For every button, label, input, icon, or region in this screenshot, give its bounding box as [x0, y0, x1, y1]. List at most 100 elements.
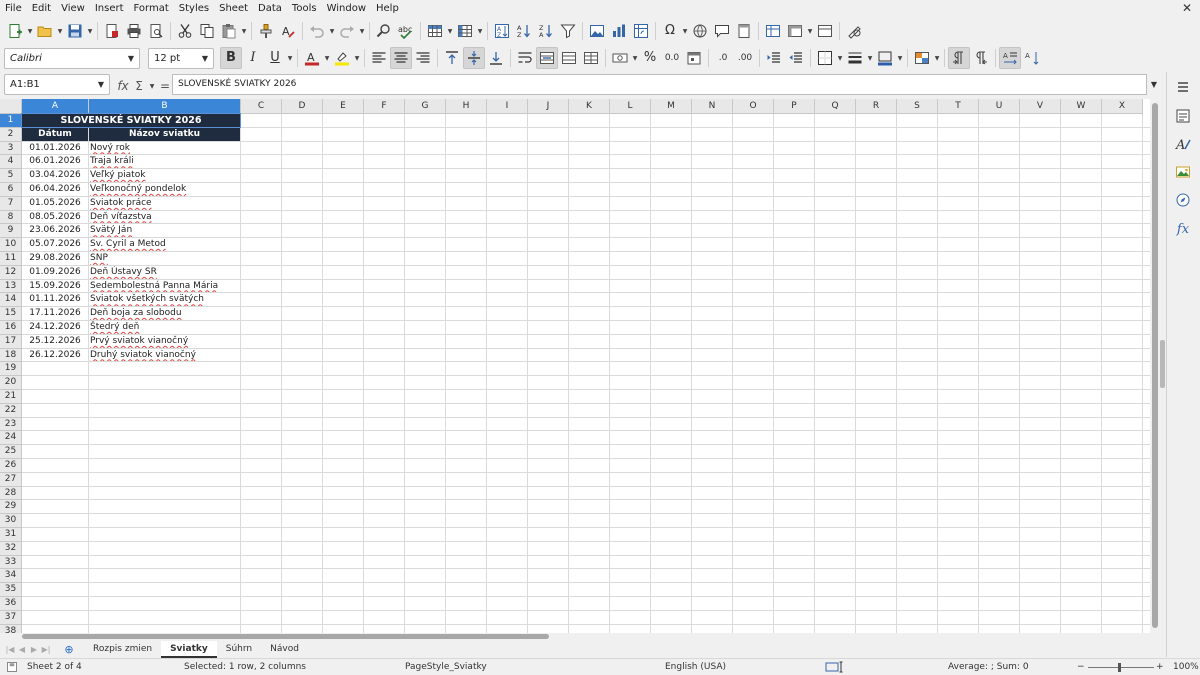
holiday-name-cell[interactable]: Sviatok všetkých svätých — [89, 293, 240, 306]
horizontal-scroll-thumb[interactable] — [22, 634, 549, 639]
column-header-q[interactable]: Q — [815, 99, 856, 114]
holiday-name-cell[interactable]: Deň Ústavy SR — [89, 266, 240, 279]
font-name-combo[interactable]: Calibri ▼ — [4, 47, 140, 69]
row-header-6[interactable]: 6 — [0, 183, 22, 197]
holiday-date-cell[interactable]: 15.09.2026 — [22, 280, 88, 293]
next-sheet-icon[interactable]: ▶ — [28, 642, 40, 656]
clear-formatting-icon[interactable]: A — [277, 20, 299, 42]
holiday-date-cell[interactable]: 24.12.2026 — [22, 321, 88, 334]
sheet-title-cell[interactable]: SLOVENSKÉ SVIATKY 2026 — [21, 113, 241, 128]
column-dropdown-arrow[interactable]: ▼ — [476, 20, 484, 42]
menu-edit[interactable]: Edit — [27, 0, 56, 17]
row-header-29[interactable]: 29 — [0, 500, 22, 515]
currency-dropdown-arrow[interactable]: ▼ — [631, 47, 639, 69]
menu-help[interactable]: Help — [371, 0, 404, 17]
holiday-name-cell[interactable]: Veľkonočný pondelok — [89, 183, 240, 196]
unmerge-cells-icon[interactable] — [580, 47, 602, 69]
conditional-format-icon[interactable] — [911, 47, 933, 69]
row-header-31[interactable]: 31 — [0, 528, 22, 542]
holiday-name-cell[interactable]: Štedrý deň — [89, 321, 240, 334]
column-header-s[interactable]: S — [897, 99, 938, 114]
font-color-dropdown-arrow[interactable]: ▼ — [323, 47, 331, 69]
column-header-l[interactable]: L — [610, 99, 651, 114]
menu-file[interactable]: File — [0, 0, 27, 17]
row-header-28[interactable]: 28 — [0, 486, 22, 501]
menu-format[interactable]: Format — [129, 0, 174, 17]
column-header-i[interactable]: I — [487, 99, 528, 114]
holiday-date-cell[interactable]: 01.11.2026 — [22, 293, 88, 306]
add-decimal-button[interactable]: .0 — [712, 47, 734, 69]
open-dropdown-arrow[interactable]: ▼ — [56, 20, 64, 42]
font-size-combo[interactable]: 12 pt ▼ — [148, 47, 214, 69]
menu-tools[interactable]: Tools — [287, 0, 322, 17]
decrease-indent-icon[interactable] — [785, 47, 807, 69]
formula-input[interactable]: SLOVENSKÉ SVIATKY 2026 — [172, 74, 1147, 95]
styles-icon[interactable]: A — [1172, 133, 1194, 155]
row-header-1[interactable]: 1 — [0, 114, 22, 128]
row-header-17[interactable]: 17 — [0, 334, 22, 349]
bold-button[interactable]: B — [220, 47, 242, 69]
sheet-position[interactable]: Sheet 2 of 4 — [27, 659, 82, 675]
right-to-left-icon[interactable] — [970, 47, 992, 69]
save-dropdown-arrow[interactable]: ▼ — [86, 20, 94, 42]
column-header-m[interactable]: M — [651, 99, 692, 114]
sum-icon[interactable]: Σ — [132, 79, 146, 93]
text-top-to-bottom-icon[interactable]: A — [1021, 47, 1043, 69]
date-format-icon[interactable] — [683, 47, 705, 69]
column-header-g[interactable]: G — [405, 99, 446, 114]
freeze-rows-columns-icon[interactable] — [784, 20, 806, 42]
chevron-down-icon[interactable]: ▼ — [123, 49, 139, 68]
row-header-19[interactable]: 19 — [0, 362, 22, 377]
hyperlink-icon[interactable] — [689, 20, 711, 42]
close-document-icon[interactable]: ✕ — [1182, 1, 1192, 15]
column-icon[interactable] — [454, 20, 476, 42]
holiday-date-cell[interactable]: 01.01.2026 — [22, 142, 88, 155]
pivot-table-icon[interactable] — [630, 20, 652, 42]
row-header-4[interactable]: 4 — [0, 155, 22, 170]
center-vertically-icon[interactable] — [463, 47, 485, 69]
zoom-out-icon[interactable]: − — [1077, 659, 1085, 675]
sort-icon[interactable]: AZ — [491, 20, 513, 42]
page-style[interactable]: PageStyle_Sviatky — [405, 659, 487, 675]
clone-formatting-icon[interactable] — [255, 20, 277, 42]
holiday-date-cell[interactable]: 23.06.2026 — [22, 224, 88, 237]
row-dropdown-arrow[interactable]: ▼ — [446, 20, 454, 42]
row-header-10[interactable]: 10 — [0, 238, 22, 252]
highlight-color-icon[interactable] — [331, 47, 353, 69]
column-header-n[interactable]: N — [692, 99, 733, 114]
holiday-date-cell[interactable]: 03.04.2026 — [22, 169, 88, 182]
holiday-date-cell[interactable]: 06.04.2026 — [22, 183, 88, 196]
align-left-icon[interactable] — [368, 47, 390, 69]
column-header-e[interactable]: E — [323, 99, 364, 114]
holiday-name-cell[interactable]: Deň víťazstva — [89, 211, 240, 224]
date-header-cell[interactable]: Dátum — [22, 127, 88, 141]
sheet-tab[interactable]: Návod — [261, 641, 308, 658]
redo-dropdown-arrow[interactable]: ▼ — [358, 20, 366, 42]
italic-button[interactable]: I — [242, 47, 264, 69]
holiday-name-cell[interactable]: Sviatok práce — [89, 197, 240, 210]
autofilter-icon[interactable] — [557, 20, 579, 42]
column-header-d[interactable]: D — [282, 99, 323, 114]
row-header-37[interactable]: 37 — [0, 610, 22, 625]
holiday-date-cell[interactable]: 08.05.2026 — [22, 211, 88, 224]
properties-icon[interactable] — [1172, 105, 1194, 127]
row-header-11[interactable]: 11 — [0, 252, 22, 266]
border-color-icon[interactable] — [874, 47, 896, 69]
conditional-format-dropdown-arrow[interactable]: ▼ — [933, 47, 941, 69]
export-pdf-icon[interactable] — [101, 20, 123, 42]
print-icon[interactable] — [123, 20, 145, 42]
undo-icon[interactable] — [306, 20, 328, 42]
column-header-r[interactable]: R — [856, 99, 897, 114]
expand-formula-icon[interactable]: ▼ — [1147, 74, 1161, 95]
column-header-k[interactable]: K — [569, 99, 610, 114]
insert-image-icon[interactable] — [586, 20, 608, 42]
column-header-w[interactable]: W — [1061, 99, 1102, 114]
column-header-c[interactable]: C — [241, 99, 282, 114]
row-header-24[interactable]: 24 — [0, 431, 22, 446]
column-header-t[interactable]: T — [938, 99, 979, 114]
column-header-h[interactable]: H — [446, 99, 487, 114]
selection-mode-icon[interactable] — [825, 659, 845, 675]
row-header-5[interactable]: 5 — [0, 169, 22, 183]
row-header-21[interactable]: 21 — [0, 390, 22, 404]
language-status[interactable]: English (USA) — [665, 659, 726, 675]
